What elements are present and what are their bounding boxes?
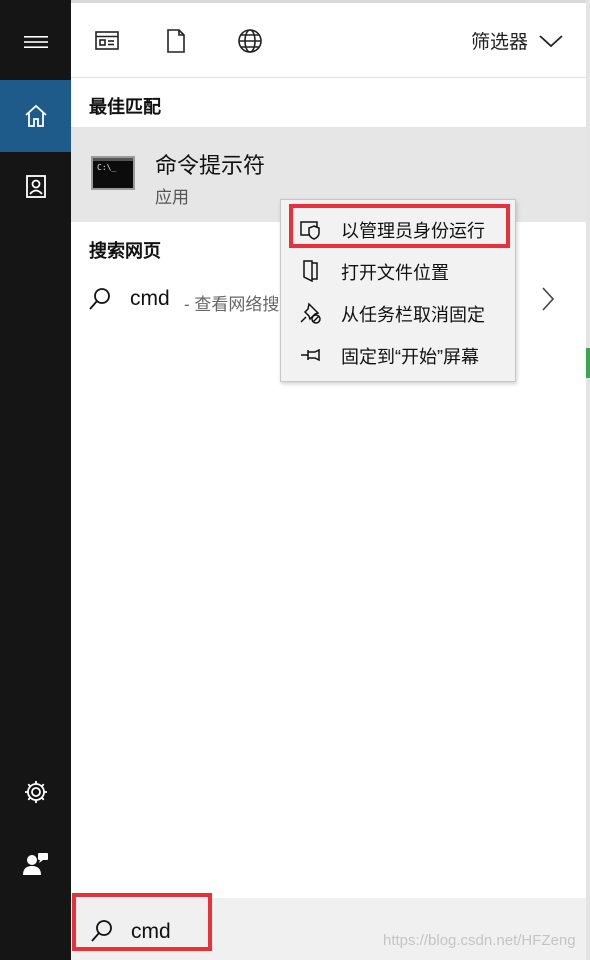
web-search-query: cmd	[130, 287, 170, 310]
home-button[interactable]	[0, 80, 71, 152]
green-edge-marker	[586, 348, 590, 378]
hamburger-icon	[23, 36, 48, 48]
app-icon-text: C:\_	[97, 163, 117, 172]
pin-to-start-menu-item[interactable]: 固定到“开始”屏幕	[281, 334, 515, 374]
filter-dropdown[interactable]: 筛选器	[471, 27, 564, 54]
annotation-highlight-box	[72, 893, 212, 951]
watermark: https://blog.csdn.net/HFZeng	[383, 932, 576, 949]
panel-edge	[586, 0, 590, 960]
toolbar-divider	[71, 77, 586, 78]
documents-filter-button[interactable]	[160, 25, 192, 57]
settings-button[interactable]	[0, 756, 71, 828]
unpin-icon	[299, 301, 323, 325]
web-filter-button[interactable]	[234, 25, 266, 57]
home-icon	[24, 104, 47, 127]
best-match-heading: 最佳匹配	[89, 97, 161, 117]
unpin-from-taskbar-menu-item[interactable]: 从任务栏取消固定	[281, 292, 515, 332]
notebook-icon	[25, 175, 46, 198]
hamburger-menu-button[interactable]	[0, 6, 71, 78]
pin-icon	[299, 343, 323, 367]
menu-item-label: 打开文件位置	[341, 263, 449, 283]
apps-icon	[95, 31, 119, 50]
search-icon	[89, 288, 110, 310]
chevron-right-icon[interactable]	[541, 286, 555, 312]
app-name: 命令提示符	[155, 153, 266, 178]
web-search-hint: - 查看网络搜	[184, 295, 280, 314]
user-feedback-icon	[22, 853, 48, 875]
web-search-heading: 搜索网页	[89, 241, 161, 261]
folder-location-icon	[299, 259, 323, 283]
notebook-button[interactable]	[0, 151, 71, 223]
apps-filter-button[interactable]	[91, 25, 123, 57]
command-prompt-icon: C:\_	[91, 156, 135, 190]
menu-item-label: 固定到“开始”屏幕	[341, 347, 479, 367]
gear-icon	[24, 781, 47, 803]
annotation-highlight-box	[289, 204, 510, 248]
account-button[interactable]	[0, 828, 71, 900]
globe-icon	[238, 29, 262, 53]
menu-item-label: 从任务栏取消固定	[341, 305, 485, 325]
search-toolbar: 筛选器	[71, 3, 586, 77]
context-menu: 以管理员身份运行 打开文件位置 从任务栏取消固定 固定到“开始”屏幕	[280, 199, 516, 382]
open-file-location-menu-item[interactable]: 打开文件位置	[281, 250, 515, 290]
app-type: 应用	[155, 188, 189, 207]
chevron-down-icon	[539, 34, 563, 47]
left-rail	[0, 0, 71, 960]
document-icon	[167, 29, 185, 53]
filter-label: 筛选器	[470, 32, 528, 53]
